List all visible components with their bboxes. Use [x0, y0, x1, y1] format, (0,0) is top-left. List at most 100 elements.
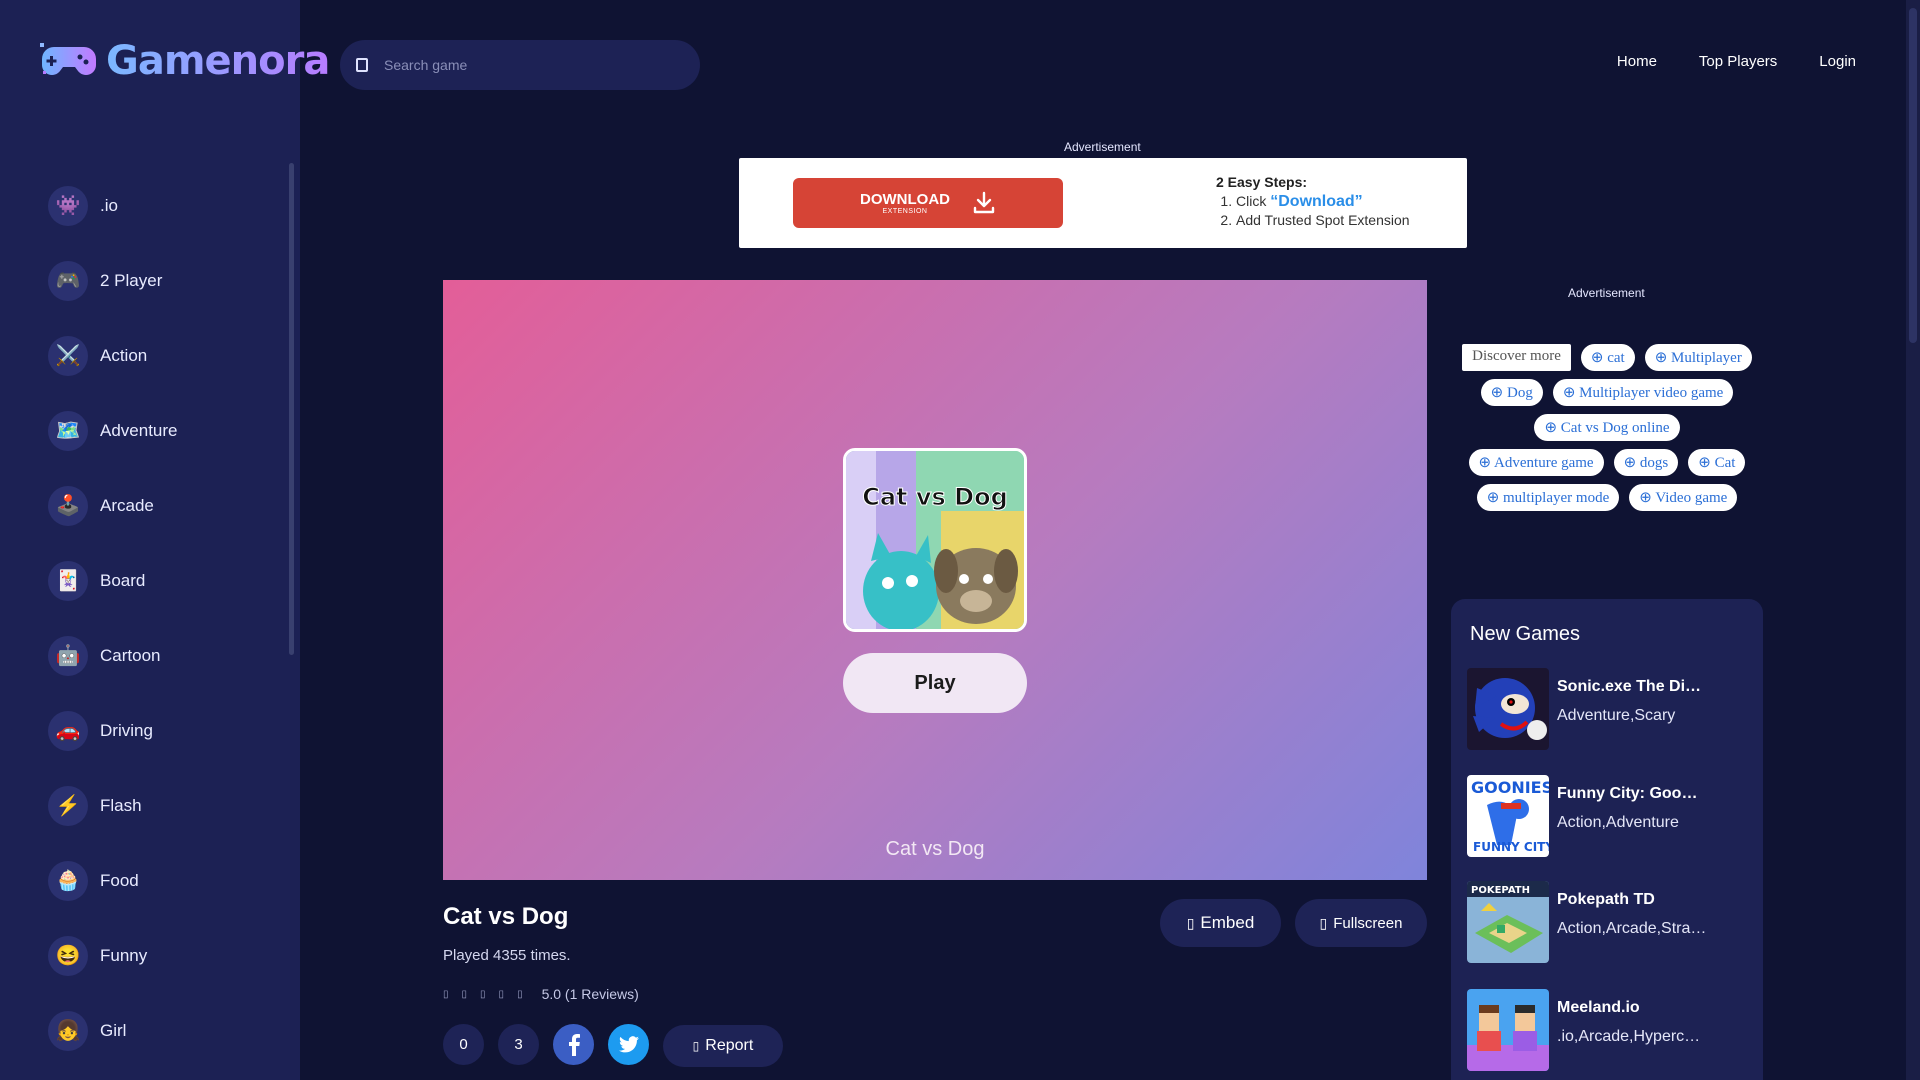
game-name[interactable]: Funny City: Goonies — [1557, 785, 1707, 803]
like-count: 0 — [459, 1036, 468, 1053]
dislike-button[interactable]: 3 — [498, 1024, 539, 1065]
thumbnail-title: Cat vs Dog — [862, 483, 1009, 512]
svg-text:POKEPATH: POKEPATH — [1471, 885, 1530, 896]
sidebar-item-2-player[interactable]: 🎮 2 Player — [48, 243, 278, 318]
twitter-share-button[interactable] — [608, 1024, 649, 1065]
new-games-title: New Games — [1470, 623, 1581, 645]
nav-top-players[interactable]: Top Players — [1699, 53, 1777, 70]
top-nav: Home Top Players Login — [1617, 53, 1856, 70]
steps-title: 2 Easy Steps: — [1216, 174, 1308, 190]
fullscreen-button[interactable]: ▯ Fullscreen — [1295, 899, 1427, 947]
embed-label: Embed — [1200, 913, 1255, 932]
chip-label: Multiplayer video game — [1579, 385, 1724, 401]
game-thumbnail[interactable]: Cat vs Dog — [843, 448, 1027, 632]
topic-chip[interactable]: ⊕ Multiplayer — [1644, 344, 1752, 371]
star-3-icon[interactable]: ▯ — [480, 989, 486, 1000]
topic-chip[interactable]: ⊕ dogs — [1613, 449, 1679, 476]
game-name[interactable]: Meeland.io — [1557, 999, 1707, 1017]
embed-button[interactable]: ▯ Embed — [1160, 899, 1281, 947]
chip-label: cat — [1607, 350, 1625, 366]
scrollbar-thumb[interactable] — [1909, 8, 1917, 343]
chip-row: ⊕ multiplayer mode ⊕ Video game — [1451, 484, 1763, 511]
chef-hat-icon: 🧁 — [48, 860, 88, 901]
search-input[interactable] — [384, 57, 664, 73]
game-categories: Action,Arcade,Strategy — [1557, 920, 1707, 937]
chip-label: Cat — [1714, 455, 1736, 471]
plus-circle-icon: ⊕ — [1639, 490, 1656, 506]
nav-login[interactable]: Login — [1819, 53, 1856, 70]
sidebar-item-driving[interactable]: 🚗 Driving — [48, 693, 278, 768]
topic-chip[interactable]: ⊕ Cat — [1688, 449, 1746, 476]
sidebar-item-label: Adventure — [100, 420, 178, 440]
game-thumbnail[interactable] — [1467, 668, 1549, 750]
new-game-item[interactable]: Meeland.io .io,Arcade,Hypercasual — [1467, 989, 1747, 1073]
nav-home[interactable]: Home — [1617, 53, 1657, 70]
cards-icon: 🃏 — [48, 560, 88, 601]
game-thumbnail[interactable] — [1467, 989, 1549, 1071]
sidebar-item-arcade[interactable]: 🕹️ Arcade — [48, 468, 278, 543]
game-frame[interactable]: Cat vs Dog Play Cat vs Dog — [443, 280, 1427, 880]
logo[interactable]: Gamenora — [40, 38, 330, 84]
topic-chip[interactable]: ⊕ Cat vs Dog online — [1534, 414, 1680, 441]
topic-chip[interactable]: ⊕ Adventure game — [1468, 449, 1604, 476]
star-1-icon[interactable]: ▯ — [443, 989, 449, 1000]
topic-chip[interactable]: ⊕ multiplayer mode — [1476, 484, 1620, 511]
star-4-icon[interactable]: ▯ — [499, 989, 505, 1000]
play-button[interactable]: Play — [843, 653, 1027, 713]
sidebar-item-board[interactable]: 🃏 Board — [48, 543, 278, 618]
sidebar-scrollbar[interactable] — [289, 163, 294, 655]
facebook-share-button[interactable] — [553, 1024, 594, 1065]
new-game-item[interactable]: Sonic.exe The Disaster Adventure,Scary — [1467, 668, 1747, 752]
sidebar-item-label: Action — [100, 345, 148, 365]
game-thumbnail[interactable]: POKEPATH — [1467, 881, 1549, 963]
game-name[interactable]: Sonic.exe The Disaster — [1557, 678, 1707, 696]
search-icon[interactable] — [356, 58, 368, 72]
category-list: 👾 .io 🎮 2 Player ⚔️ Action 🗺️ Adventure 🕹️ Arcade… — [48, 168, 278, 1068]
ad-label-side: Advertisement — [1568, 286, 1645, 300]
sidebar-item-flash[interactable]: ⚡ Flash — [48, 768, 278, 843]
discover-more-label[interactable]: Discover more — [1462, 344, 1571, 371]
sidebar-item-girl[interactable]: 👧 Girl — [48, 993, 278, 1068]
chip-row: ⊕ Adventure game ⊕ dogs ⊕ Cat — [1451, 449, 1763, 476]
rating-text: 5.0 (1 Reviews) — [541, 986, 639, 1002]
ad-banner[interactable]: DOWNLOAD EXTENSION 2 Easy Steps: Click “… — [739, 158, 1467, 248]
game-name[interactable]: Pokepath TD — [1557, 891, 1707, 909]
star-2-icon[interactable]: ▯ — [462, 989, 468, 1000]
download-extension-button[interactable]: DOWNLOAD EXTENSION — [793, 178, 1063, 228]
twitter-icon — [618, 1036, 639, 1053]
flash-icon: ⚡ — [48, 785, 88, 826]
chip-label: Multiplayer — [1671, 350, 1742, 366]
sidebar-item-adventure[interactable]: 🗺️ Adventure — [48, 393, 278, 468]
game-categories: .io,Arcade,Hypercasual — [1557, 1028, 1707, 1045]
cartoon-icon: 🤖 — [48, 635, 88, 676]
chip-row: ⊕ Cat vs Dog online — [1451, 414, 1763, 441]
new-game-item[interactable]: GOONIES FUNNY CITY Funny City: Goonies Ac… — [1467, 775, 1747, 859]
svg-text:GOONIES: GOONIES — [1471, 778, 1549, 797]
sidebar-item-io[interactable]: 👾 .io — [48, 168, 278, 243]
topic-chip[interactable]: ⊕ cat — [1580, 344, 1635, 371]
chip-label: dogs — [1639, 455, 1669, 471]
sidebar-item-action[interactable]: ⚔️ Action — [48, 318, 278, 393]
cat-vs-dog-artwork — [846, 451, 1024, 629]
sidebar-item-funny[interactable]: 😆 Funny — [48, 918, 278, 993]
new-game-item[interactable]: POKEPATH Pokepath TD Action,Arcade,Strat… — [1467, 881, 1747, 965]
topic-chip[interactable]: ⊕ Multiplayer video game — [1552, 379, 1734, 406]
topic-chip[interactable]: ⊕ Dog — [1480, 379, 1543, 406]
ad-label-top: Advertisement — [1064, 140, 1141, 154]
star-5-icon[interactable]: ▯ — [517, 989, 523, 1000]
chip-row: Discover more ⊕ cat ⊕ Multiplayer — [1451, 344, 1763, 371]
topic-chip[interactable]: ⊕ Video game — [1629, 484, 1738, 511]
report-button[interactable]: ▯ Report — [663, 1025, 783, 1067]
meeland-artwork — [1467, 989, 1549, 1071]
sidebar-item-cartoon[interactable]: 🤖 Cartoon — [48, 618, 278, 693]
sidebar: Gamenora 👾 .io 🎮 2 Player ⚔️ Action 🗺️ Adventur… — [0, 0, 330, 1080]
brand-name: Gamenora — [106, 38, 330, 84]
download-label: DOWNLOAD — [860, 191, 950, 208]
sidebar-item-food[interactable]: 🧁 Food — [48, 843, 278, 918]
car-icon: 🚗 — [48, 710, 88, 751]
girl-icon: 👧 — [48, 1010, 88, 1051]
game-thumbnail[interactable]: GOONIES FUNNY CITY — [1467, 775, 1549, 857]
goonies-artwork: GOONIES FUNNY CITY — [1467, 775, 1549, 857]
like-button[interactable]: 0 — [443, 1024, 484, 1065]
page-scrollbar[interactable] — [1906, 0, 1920, 1080]
